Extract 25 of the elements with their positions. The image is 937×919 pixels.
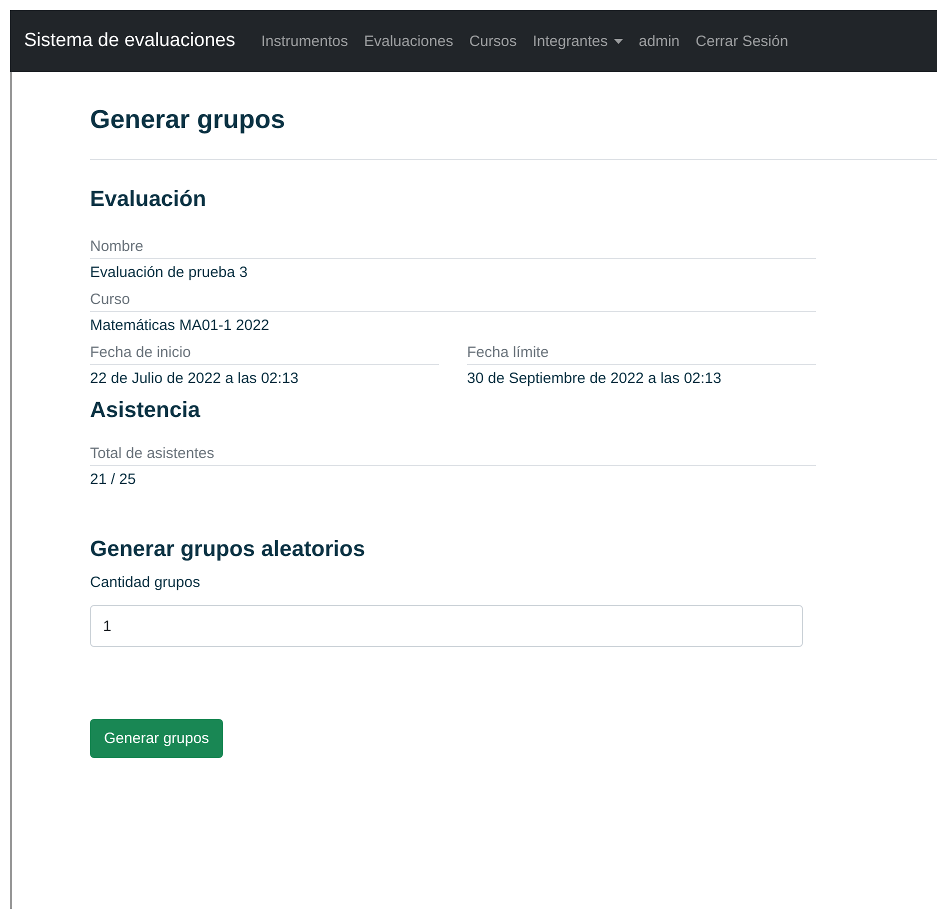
field-label: Total de asistentes — [90, 445, 816, 466]
brand-title[interactable]: Sistema de evaluaciones — [24, 30, 236, 52]
nav-link[interactable]: Evaluaciones — [364, 32, 454, 50]
field-label: Fecha límite — [467, 344, 816, 365]
section-heading: Asistencia — [90, 397, 202, 423]
nav-link[interactable]: Cerrar Sesión — [696, 32, 788, 50]
page-title: Generar grupos — [90, 103, 286, 136]
caret-icon — [614, 38, 623, 44]
field-label: Fecha de inicio — [90, 344, 439, 365]
nav-dropdown[interactable]: Integrantes — [532, 32, 623, 50]
field-label: Cantidad grupos — [90, 574, 202, 591]
field-value: Matemáticas MA01-1 2022 — [90, 316, 270, 334]
field-value: 30 de Septiembre de 2022 a las 02:13 — [467, 369, 722, 387]
section-heading: Evaluación — [90, 186, 208, 212]
field-value: Evaluación de prueba 3 — [90, 263, 249, 281]
generate-button[interactable]: Generar grupos — [90, 719, 224, 758]
nav-link[interactable]: Instrumentos — [261, 32, 348, 50]
nav-link[interactable]: admin — [638, 32, 680, 50]
field-label: Nombre — [90, 238, 816, 259]
field-label: Curso — [90, 291, 816, 312]
section-heading: Generar grupos aleatorios — [90, 536, 366, 562]
input-field[interactable]: 1 — [90, 605, 803, 647]
field-value: 21 / 25 — [90, 470, 137, 488]
field-value: 22 de Julio de 2022 a las 02:13 — [90, 369, 300, 387]
nav-link[interactable]: Cursos — [469, 32, 517, 50]
